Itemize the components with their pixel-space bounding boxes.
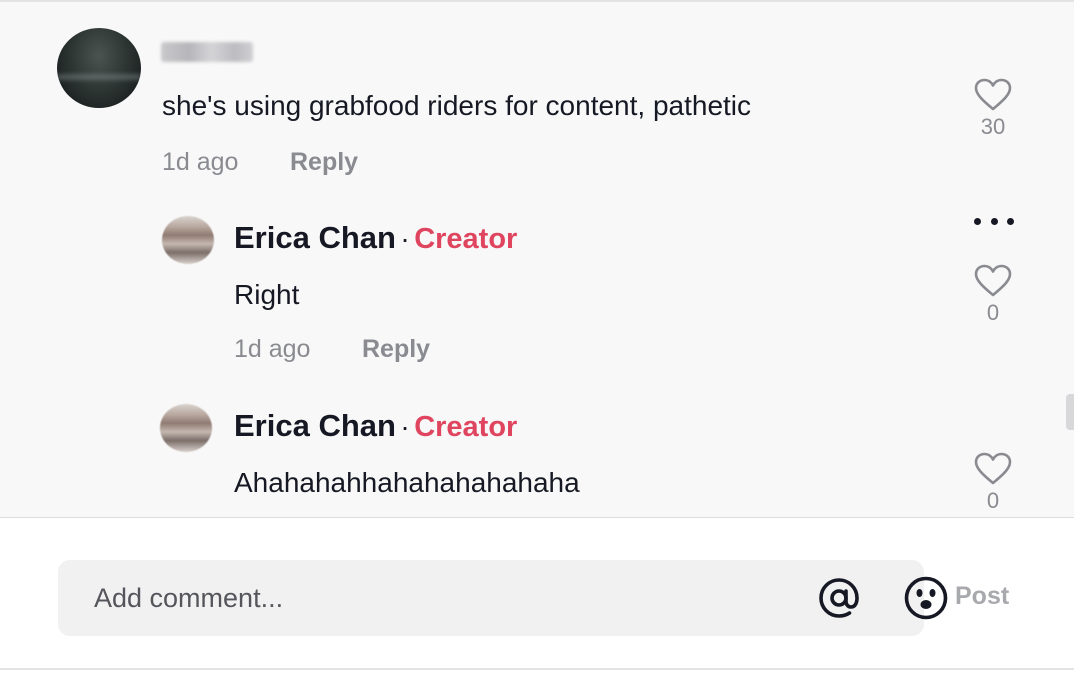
post-button[interactable]: Post	[955, 582, 1009, 611]
comment-list: she's using grabfood riders for content,…	[0, 0, 1074, 517]
divider	[0, 668, 1074, 670]
avatar[interactable]	[162, 216, 214, 264]
reply-header: Erica Chan · Creator	[234, 220, 517, 256]
heart-icon	[974, 78, 1012, 111]
like-count: 30	[980, 114, 1006, 139]
heart-icon	[974, 264, 1012, 297]
comment-timestamp: 1d ago	[162, 148, 239, 176]
creator-badge: Creator	[414, 223, 518, 255]
blurred-username[interactable]	[161, 42, 253, 62]
reply-header: Erica Chan · Creator	[234, 408, 517, 444]
more-options-icon[interactable]	[970, 212, 1018, 230]
like-button[interactable]: 30	[963, 78, 1023, 140]
scrollbar[interactable]	[1066, 394, 1074, 430]
like-count: 0	[986, 488, 1000, 513]
comment-text: Ahahahahhahahahahahaha	[234, 467, 580, 498]
like-button[interactable]: 0	[963, 452, 1023, 514]
comment-text: Right	[234, 279, 300, 310]
avatar[interactable]	[57, 28, 141, 108]
author-name[interactable]: Erica Chan	[234, 408, 396, 443]
like-count: 0	[986, 300, 1000, 325]
comment-timestamp: 1d ago	[234, 335, 311, 363]
comment-text: she's using grabfood riders for content,…	[162, 90, 752, 121]
divider	[0, 517, 1074, 518]
like-button[interactable]: 0	[963, 264, 1023, 326]
avatar[interactable]	[160, 404, 212, 452]
comment-composer	[58, 560, 948, 636]
reply-button[interactable]: Reply	[290, 148, 358, 177]
reply-button[interactable]: Reply	[362, 335, 430, 364]
emoji-icon[interactable]	[903, 575, 949, 621]
separator: ·	[400, 411, 410, 442]
separator: ·	[400, 223, 410, 254]
author-name[interactable]: Erica Chan	[234, 220, 396, 255]
creator-badge: Creator	[414, 411, 518, 443]
at-sign-icon[interactable]	[816, 575, 862, 621]
heart-icon	[974, 452, 1012, 485]
comment-input[interactable]	[94, 560, 734, 636]
